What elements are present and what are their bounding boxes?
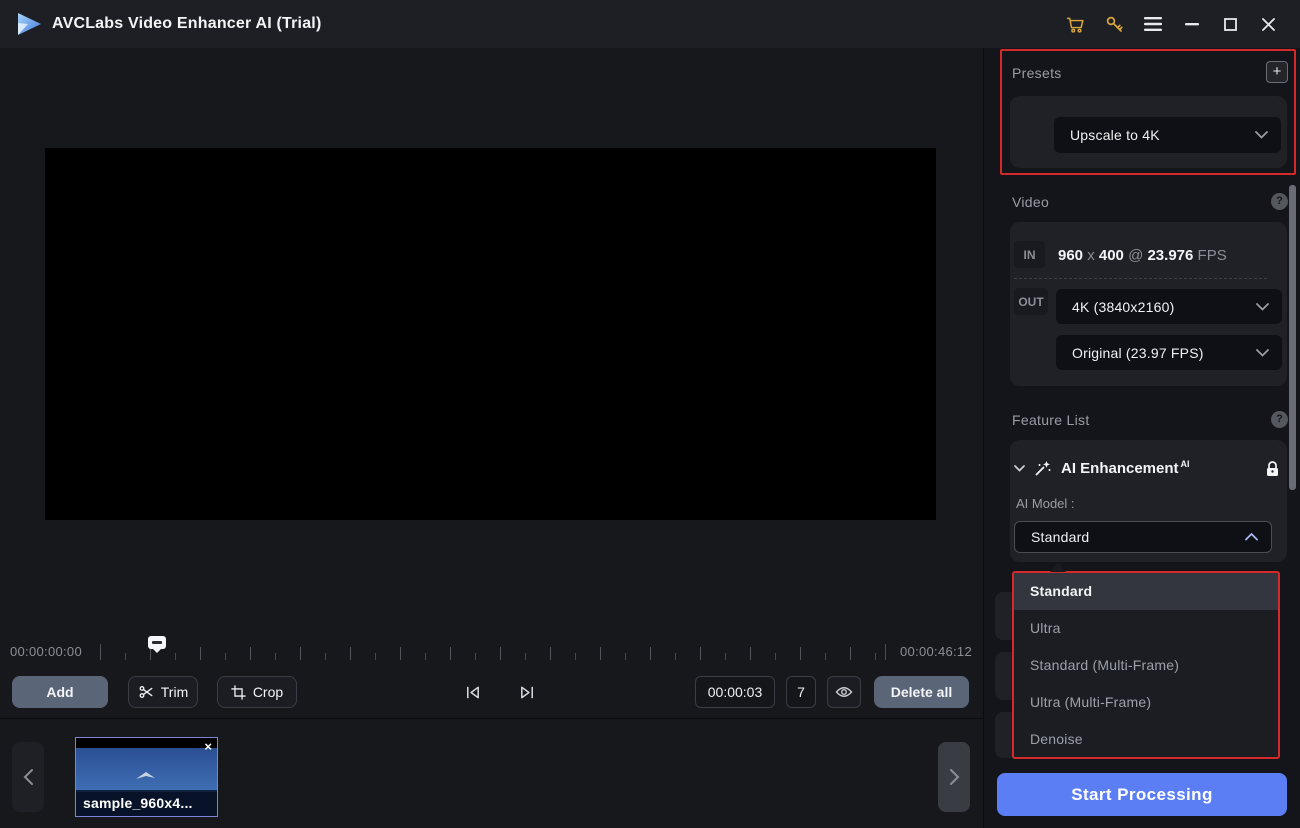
ai-enhancement-title-text: AI Enhancement	[1061, 460, 1179, 477]
close-icon[interactable]	[1255, 11, 1281, 37]
in-fps: 23.976	[1147, 247, 1193, 264]
skip-to-end-icon[interactable]	[515, 680, 539, 704]
hidden-feature-panel	[995, 652, 1013, 700]
hidden-feature-panel	[995, 592, 1013, 640]
app-logo-icon	[14, 9, 44, 39]
key-icon[interactable]	[1101, 11, 1127, 37]
ai-model-dropdown: Standard Ultra Standard (Multi-Frame) Ul…	[1012, 571, 1280, 759]
delete-all-button[interactable]: Delete all	[874, 676, 969, 708]
crop-button-label: Crop	[253, 684, 283, 700]
preview-eye-button[interactable]	[827, 676, 861, 708]
timeline-total-time: 00:00:46:12	[880, 644, 972, 659]
skip-to-start-icon[interactable]	[460, 680, 484, 704]
preset-select-value: Upscale to 4K	[1054, 127, 1160, 143]
dropdown-notch	[1050, 563, 1066, 572]
menu-icon[interactable]	[1140, 11, 1166, 37]
timeline-current-time: 00:00:00:00	[10, 644, 82, 659]
ai-enhancement-header[interactable]: AI EnhancementAI	[1014, 455, 1280, 481]
in-sep: x	[1083, 247, 1099, 264]
minimize-icon[interactable]	[1179, 11, 1205, 37]
frame-count-input[interactable]	[786, 676, 816, 708]
timeline-playhead[interactable]	[148, 636, 166, 649]
out-badge: OUT	[1014, 288, 1048, 315]
out-resolution-value: 4K (3840x2160)	[1056, 299, 1174, 315]
divider	[1014, 278, 1267, 279]
ai-model-value: Standard	[1015, 529, 1089, 545]
in-height: 400	[1099, 247, 1124, 264]
out-framerate-select[interactable]: Original (23.97 FPS)	[1056, 335, 1282, 370]
filmstrip-next-icon[interactable]	[938, 742, 970, 812]
feature-list-heading: Feature List	[1012, 412, 1090, 428]
sidebar-scrollbar[interactable]	[1289, 185, 1296, 490]
maximize-icon[interactable]	[1217, 11, 1243, 37]
in-at: @	[1124, 247, 1148, 264]
chevron-down-icon	[1014, 465, 1025, 472]
out-framerate-value: Original (23.97 FPS)	[1056, 345, 1204, 361]
chevron-down-icon	[1256, 349, 1269, 357]
dropdown-option-standard-multi-frame[interactable]: Standard (Multi-Frame)	[1014, 647, 1278, 684]
add-preset-button[interactable]: +	[1266, 61, 1288, 83]
ai-enhancement-title: AI EnhancementAI	[1061, 459, 1190, 477]
chevron-down-icon	[1256, 303, 1269, 311]
start-processing-button[interactable]: Start Processing	[997, 773, 1287, 816]
ai-model-select[interactable]: Standard	[1014, 521, 1272, 553]
delete-all-label: Delete all	[891, 684, 952, 700]
video-help-icon[interactable]: ?	[1271, 193, 1288, 210]
magic-wand-icon	[1034, 459, 1052, 477]
in-width: 960	[1058, 247, 1083, 264]
timeline-ruler[interactable]	[100, 638, 886, 660]
chevron-down-icon	[1255, 131, 1268, 139]
dropdown-option-ultra-multi-frame[interactable]: Ultra (Multi-Frame)	[1014, 683, 1278, 720]
ai-model-label: AI Model :	[1016, 496, 1075, 511]
chevron-up-icon	[1245, 533, 1258, 541]
video-heading: Video	[1012, 194, 1049, 210]
out-resolution-select[interactable]: 4K (3840x2160)	[1056, 289, 1282, 324]
hidden-feature-panel	[995, 712, 1013, 758]
feature-list-help-icon[interactable]: ?	[1271, 411, 1288, 428]
dropdown-option-denoise[interactable]: Denoise	[1014, 720, 1278, 757]
crop-icon	[231, 685, 246, 700]
ruler-major-ticks	[100, 647, 886, 660]
thumbnail-filename: sample_960x4...	[76, 790, 217, 816]
app-window: AVCLabs Video Enhancer AI (Trial)	[0, 0, 1300, 828]
filmstrip-prev-icon[interactable]	[12, 742, 44, 812]
titlebar: AVCLabs Video Enhancer AI (Trial)	[0, 0, 1300, 48]
ai-superscript: AI	[1181, 459, 1190, 469]
in-fps-unit: FPS	[1193, 247, 1226, 264]
presets-heading: Presets	[1012, 65, 1062, 81]
video-thumbnail[interactable]: sample_960x4... ×	[75, 737, 218, 817]
preset-select[interactable]: Upscale to 4K	[1054, 117, 1281, 153]
lock-icon	[1265, 460, 1280, 477]
crop-button[interactable]: Crop	[217, 676, 297, 708]
bird-shape	[134, 770, 158, 782]
eye-icon	[835, 685, 853, 699]
in-badge: IN	[1014, 241, 1045, 268]
dropdown-option-ultra[interactable]: Ultra	[1014, 610, 1278, 647]
input-video-info: 960 x 400 @ 23.976 FPS	[1058, 247, 1227, 264]
trim-button[interactable]: Trim	[128, 676, 198, 708]
add-button[interactable]: Add	[12, 676, 108, 708]
trim-button-label: Trim	[161, 684, 188, 700]
start-processing-label: Start Processing	[1071, 785, 1213, 805]
app-title: AVCLabs Video Enhancer AI (Trial)	[52, 0, 321, 48]
dropdown-option-standard[interactable]: Standard	[1014, 573, 1278, 610]
add-button-label: Add	[46, 684, 73, 700]
trim-time-input[interactable]	[695, 676, 775, 708]
cart-icon[interactable]	[1062, 11, 1088, 37]
scissors-icon	[138, 684, 154, 700]
video-preview	[45, 148, 936, 520]
thumbnail-close-icon[interactable]: ×	[204, 739, 212, 755]
thumbnail-image	[76, 748, 217, 792]
